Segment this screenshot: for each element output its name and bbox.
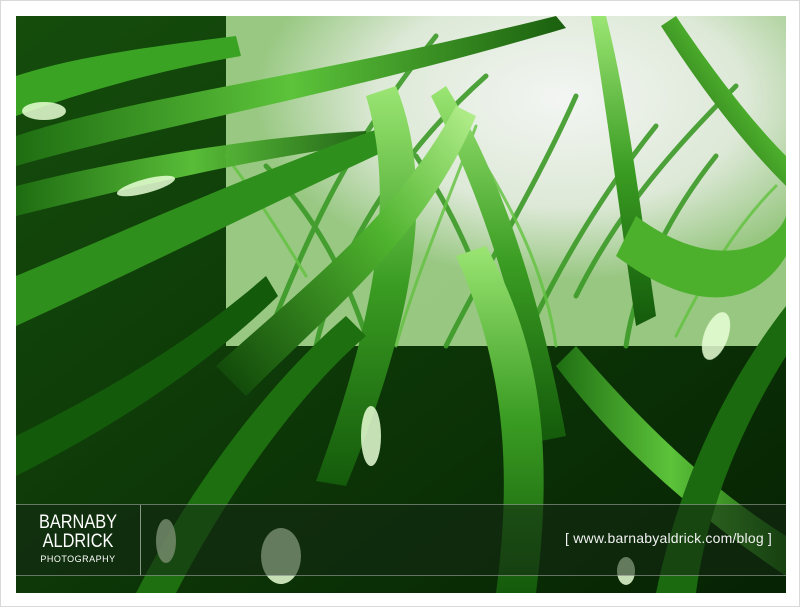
watermark-banner: BARNABY ALDRICK PHOTOGRAPHY [ www.barnab…	[16, 504, 786, 576]
photo: BARNABY ALDRICK PHOTOGRAPHY [ www.barnab…	[16, 16, 786, 593]
photographer-logo: BARNABY ALDRICK PHOTOGRAPHY	[16, 505, 141, 575]
logo-tagline: PHOTOGRAPHY	[40, 554, 116, 564]
blog-url: [ www.barnabyaldrick.com/blog ]	[565, 530, 772, 546]
photo-frame: BARNABY ALDRICK PHOTOGRAPHY [ www.barnab…	[0, 0, 800, 607]
logo-name-last: ALDRICK	[42, 531, 114, 552]
